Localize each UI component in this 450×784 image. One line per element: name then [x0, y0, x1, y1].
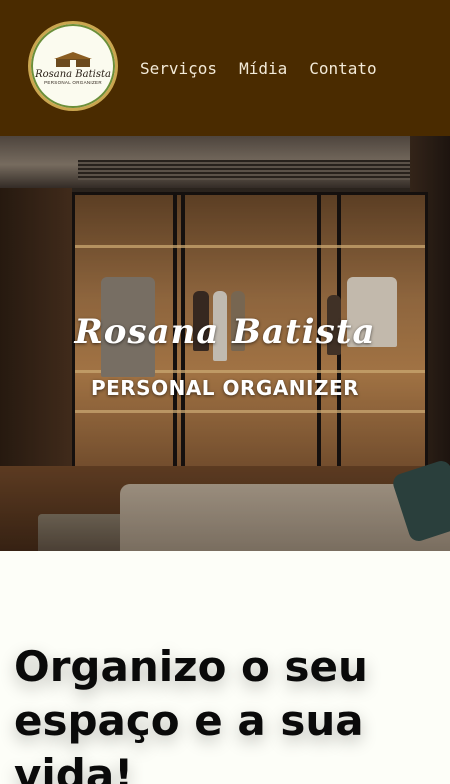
house-icon	[54, 51, 92, 68]
hero-subtitle: PERSONAL ORGANIZER	[90, 376, 360, 400]
brand-logo[interactable]: Rosana Batista PERSONAL ORGANIZER	[28, 21, 118, 111]
logo-subtitle: PERSONAL ORGANIZER	[44, 79, 102, 85]
hero-banner: Rosana Batista PERSONAL ORGANIZER	[0, 136, 450, 551]
page-headline: Organizo o seu espaço e a sua vida!	[14, 642, 368, 784]
nav-item-servicos[interactable]: Serviços	[140, 58, 217, 80]
site-header: Rosana Batista PERSONAL ORGANIZER Serviç…	[0, 0, 450, 136]
logo-script-text: Rosana Batista	[35, 68, 111, 80]
main-nav: Serviços Mídia Contato	[140, 58, 377, 80]
nav-item-contato[interactable]: Contato	[309, 58, 376, 80]
hero-script-title: Rosana Batista	[74, 312, 376, 352]
nav-item-midia[interactable]: Mídia	[239, 58, 287, 80]
